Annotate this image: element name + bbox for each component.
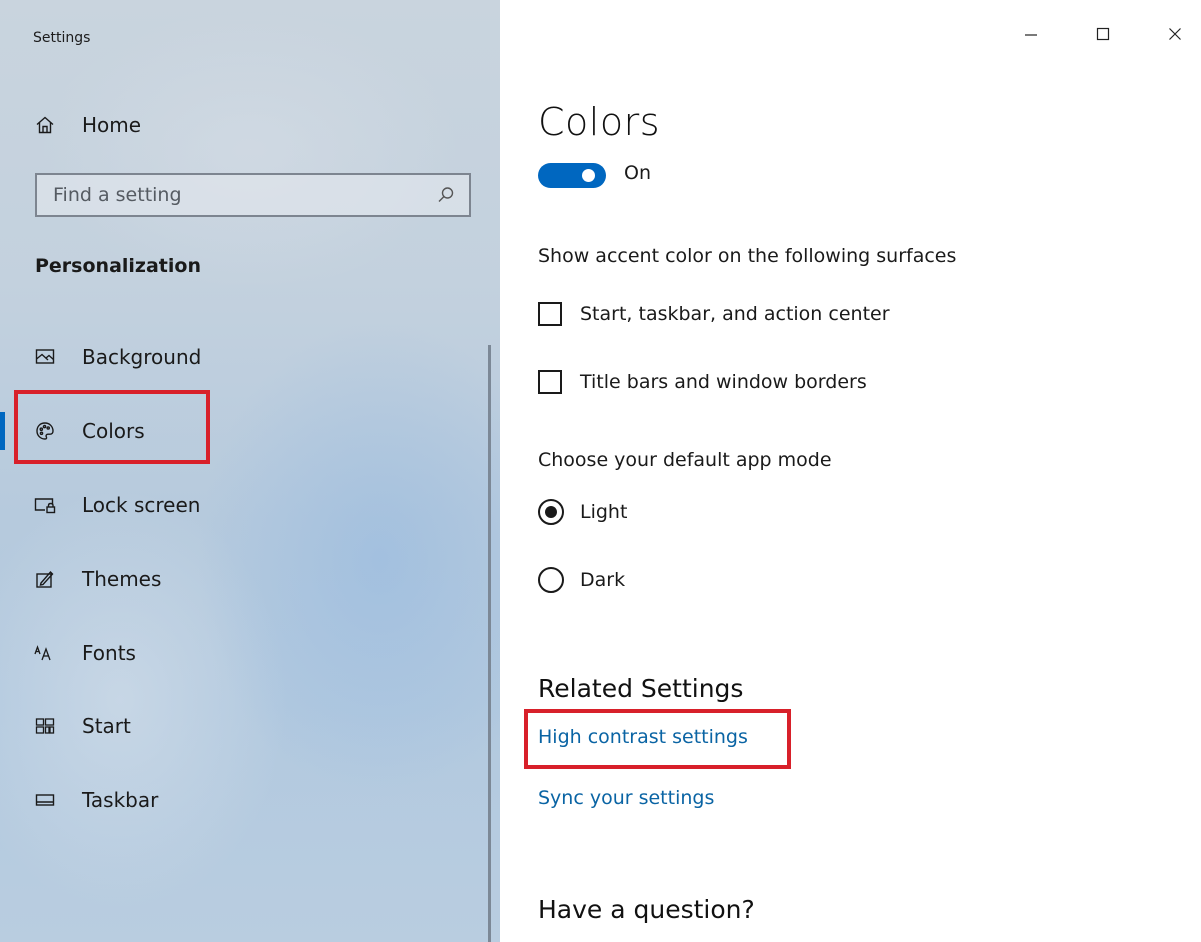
sync-settings-link[interactable]: Sync your settings xyxy=(538,787,714,809)
selected-indicator xyxy=(0,412,5,450)
search-icon[interactable] xyxy=(437,186,455,204)
checkbox-title-bars[interactable]: Title bars and window borders xyxy=(538,370,867,394)
main-content: Colors On Show accent color on the follo… xyxy=(500,0,1201,942)
related-settings-heading: Related Settings xyxy=(538,674,744,703)
background-icon xyxy=(34,346,56,368)
home-icon xyxy=(34,114,56,136)
lock-screen-icon xyxy=(34,494,56,516)
maximize-icon xyxy=(1095,26,1111,46)
taskbar-icon xyxy=(34,789,56,811)
radio-light[interactable]: Light xyxy=(538,499,627,525)
section-heading: Personalization xyxy=(35,255,201,277)
checkbox-label: Start, taskbar, and action center xyxy=(580,303,890,325)
app-mode-heading: Choose your default app mode xyxy=(538,449,832,471)
app-title: Settings xyxy=(33,30,91,46)
radio-button[interactable] xyxy=(538,567,564,593)
fonts-icon xyxy=(34,642,56,664)
sidebar-item-taskbar[interactable]: Taskbar xyxy=(34,783,158,817)
sidebar-item-label: Start xyxy=(82,714,131,738)
toggle-state-label: On xyxy=(624,162,651,184)
settings-window: Settings Home Personalization xyxy=(0,0,1201,942)
sidebar-item-background[interactable]: Background xyxy=(34,340,201,374)
have-a-question-heading: Have a question? xyxy=(538,895,755,924)
highlight-box-high-contrast xyxy=(524,709,791,769)
page-title: Colors xyxy=(538,100,661,144)
checkbox-start-taskbar[interactable]: Start, taskbar, and action center xyxy=(538,302,890,326)
colors-toggle[interactable] xyxy=(538,163,606,188)
checkbox-box[interactable] xyxy=(538,302,562,326)
toggle-knob xyxy=(582,169,595,182)
sidebar-item-label: Lock screen xyxy=(82,493,201,517)
sidebar-item-home[interactable]: Home xyxy=(34,110,141,140)
checkbox-label: Title bars and window borders xyxy=(580,371,867,393)
close-button[interactable] xyxy=(1152,18,1198,54)
search-box[interactable] xyxy=(35,173,471,217)
sidebar-item-label: Fonts xyxy=(82,641,136,665)
sidebar-item-label: Home xyxy=(82,113,142,137)
radio-dark[interactable]: Dark xyxy=(538,567,625,593)
sidebar-item-fonts[interactable]: Fonts xyxy=(34,636,136,670)
sidebar-item-themes[interactable]: Themes xyxy=(34,562,161,596)
radio-label: Light xyxy=(580,501,628,523)
sidebar-item-lock-screen[interactable]: Lock screen xyxy=(34,488,200,522)
themes-icon xyxy=(34,568,56,590)
minimize-icon xyxy=(1023,26,1039,46)
sidebar-item-label: Themes xyxy=(82,567,162,591)
checkbox-box[interactable] xyxy=(538,370,562,394)
sidebar: Settings Home Personalization xyxy=(0,0,500,942)
sidebar-item-start[interactable]: Start xyxy=(34,709,131,743)
radio-dot xyxy=(545,506,557,518)
minimize-button[interactable] xyxy=(1008,18,1054,54)
start-icon xyxy=(34,715,56,737)
sidebar-scrollbar[interactable] xyxy=(488,345,491,942)
search-input[interactable] xyxy=(37,175,435,215)
maximize-button[interactable] xyxy=(1080,18,1126,54)
sidebar-item-label: Background xyxy=(82,345,202,369)
sidebar-item-label: Taskbar xyxy=(82,788,159,812)
close-icon xyxy=(1167,26,1183,46)
radio-button[interactable] xyxy=(538,499,564,525)
accent-surfaces-heading: Show accent color on the following surfa… xyxy=(538,245,957,267)
highlight-box-colors xyxy=(14,390,210,464)
radio-label: Dark xyxy=(580,569,626,591)
